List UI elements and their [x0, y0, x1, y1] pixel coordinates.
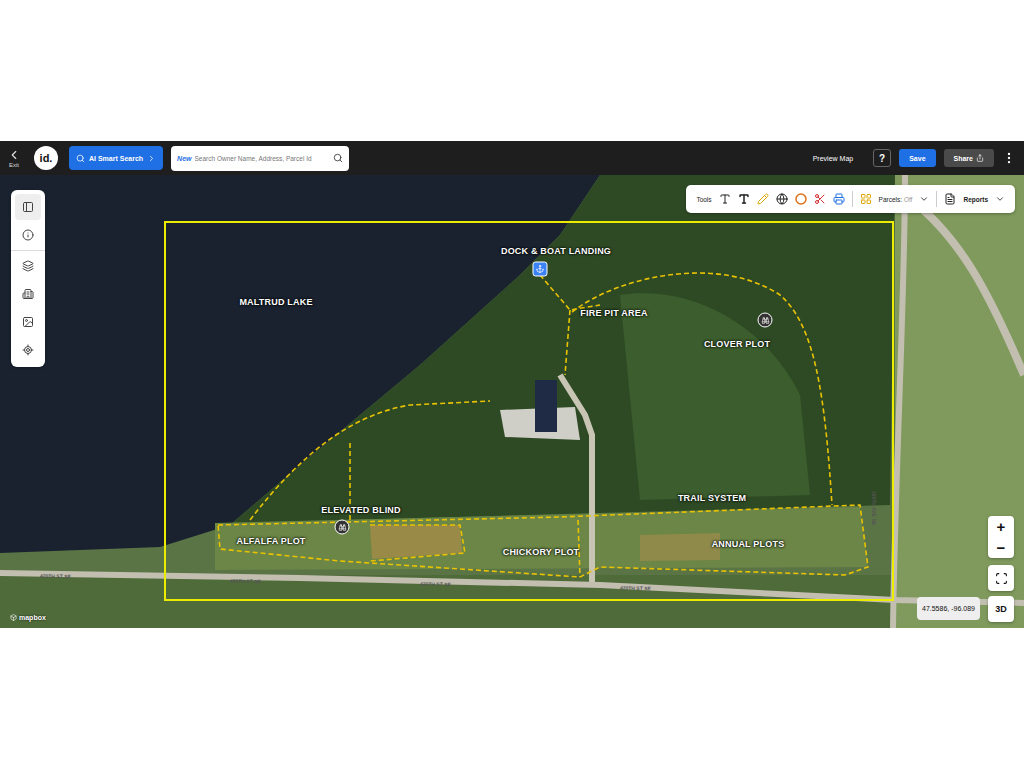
search-icon: [76, 154, 85, 163]
satellite-imagery: [0, 175, 1024, 628]
help-button[interactable]: ?: [873, 149, 891, 167]
road-label: 420TH ST SE: [620, 585, 651, 592]
scissors-icon[interactable]: [814, 193, 826, 205]
blind-pin[interactable]: [758, 313, 773, 328]
more-icon[interactable]: [1002, 151, 1016, 165]
road-label: 190TH AVE SE: [871, 491, 877, 525]
zoom-control: +−: [988, 516, 1014, 558]
map-label: TRAIL SYSTEM: [678, 493, 746, 503]
blind-icon: [338, 523, 346, 531]
side-item[interactable]: [15, 222, 41, 248]
side-item-icon: [22, 229, 34, 241]
zoom-out-button[interactable]: −: [988, 537, 1014, 558]
chevron-icon[interactable]: [919, 194, 929, 204]
chevron-icon: [147, 154, 156, 163]
map-label: CLOVER PLOT: [704, 339, 770, 349]
top-blank: [0, 0, 1024, 141]
save-button[interactable]: Save: [899, 149, 935, 167]
road-label: 420TH ST SE: [40, 573, 71, 580]
side-item[interactable]: [15, 253, 41, 279]
dock-icon: [536, 265, 545, 274]
pencil-icon[interactable]: [757, 193, 769, 205]
side-item[interactable]: [15, 337, 41, 363]
text-icon[interactable]: [719, 193, 731, 205]
side-item-icon: [22, 288, 34, 300]
side-item-icon: [22, 201, 34, 213]
parcels-label[interactable]: Parcels: Off: [879, 196, 913, 203]
side-item[interactable]: [15, 281, 41, 307]
road-label: 420TH ST SE: [420, 581, 451, 588]
map-label: ANNUAL PLOTS: [712, 539, 785, 549]
new-badge: New: [177, 155, 191, 162]
attribution: mapbox: [10, 614, 46, 621]
dock-pin[interactable]: [533, 262, 548, 277]
blind-pin[interactable]: [335, 520, 350, 535]
three-d-button[interactable]: 3D: [988, 596, 1014, 622]
parcels-icon[interactable]: [860, 193, 872, 205]
side-item-icon: [22, 344, 34, 356]
side-item-icon: [22, 316, 34, 328]
mapbox-logo-icon: [10, 614, 17, 621]
search-placeholder: Search Owner Name, Address, Parcel Id: [195, 155, 331, 162]
bold-text-icon[interactable]: [738, 193, 750, 205]
three-d-control: 3D: [988, 596, 1014, 622]
side-item-icon: [22, 260, 34, 272]
fit-control: [988, 565, 1014, 591]
logo[interactable]: id.: [34, 146, 58, 170]
bottom-blank: [0, 628, 1024, 768]
top-toolbar: Exit id. AI Smart Search New Search Owner Na…: [0, 141, 1024, 175]
circle-icon[interactable]: [795, 193, 807, 205]
side-divider: [11, 250, 45, 251]
road-label: 420TH ST SE: [230, 578, 261, 585]
map-label: FIRE PIT AREA: [580, 308, 647, 318]
ai-search-button[interactable]: AI Smart Search: [69, 146, 163, 170]
map[interactable]: 420TH ST SE 420TH ST SE 420TH ST SE 420TH S…: [0, 175, 1024, 628]
search-field[interactable]: New Search Owner Name, Address, Parcel Id: [171, 146, 349, 171]
fit-icon: [995, 572, 1008, 585]
coordinates: 47.5586, -96.089: [917, 597, 980, 620]
side-item[interactable]: [15, 194, 41, 220]
tools-label: Tools: [696, 196, 711, 203]
chevron-icon[interactable]: [995, 194, 1005, 204]
reports-button[interactable]: Reports: [963, 196, 988, 203]
preview-map-button[interactable]: Preview Map: [813, 155, 853, 162]
map-label: ALFALFA PLOT: [236, 536, 305, 546]
map-label: ELEVATED BLIND: [321, 505, 400, 515]
reports-icon[interactable]: [944, 193, 956, 205]
back-icon: [7, 148, 21, 162]
map-label: CHICKORY PLOT: [503, 547, 580, 557]
globe-icon[interactable]: [776, 193, 788, 205]
map-label: MALTRUD LAKE: [239, 297, 312, 307]
map-label: DOCK & BOAT LANDING: [501, 246, 611, 256]
exit-button[interactable]: Exit: [6, 148, 22, 168]
fit-button[interactable]: [988, 565, 1014, 591]
share-button[interactable]: Share: [944, 149, 994, 167]
share-icon: [976, 154, 984, 162]
side-panel: [11, 190, 45, 367]
search-icon: [333, 153, 343, 163]
side-item[interactable]: [15, 309, 41, 335]
printer-icon[interactable]: [833, 193, 845, 205]
zoom-in-button[interactable]: +: [988, 516, 1014, 537]
app: Exit id. AI Smart Search New Search Owner Na…: [0, 0, 1024, 768]
tools-bar: Tools Parcels: Off Reports: [686, 185, 1015, 213]
blind-icon: [761, 316, 769, 324]
